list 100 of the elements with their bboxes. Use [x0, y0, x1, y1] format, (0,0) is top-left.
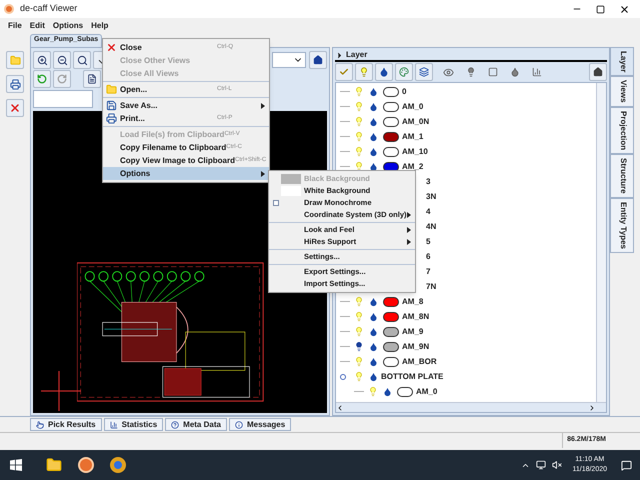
mute-icon[interactable]: [552, 460, 562, 470]
zoom-in-icon: [36, 54, 48, 66]
layer-name: AM_1: [402, 130, 424, 142]
bottom-tab[interactable]: Meta Data: [165, 418, 227, 431]
layer-name: AM_9: [402, 326, 424, 338]
forward-icon: [57, 74, 67, 84]
zoom-in-button[interactable]: [33, 51, 51, 69]
layer-name: AM_8: [402, 296, 424, 308]
zoom-icon: [76, 54, 88, 66]
bottom-tab[interactable]: Messages: [228, 418, 292, 431]
side-tab[interactable]: Structure: [610, 154, 634, 198]
folder-icon[interactable]: [46, 457, 62, 473]
panel-title: Layer: [346, 49, 368, 61]
close-icon: [9, 102, 21, 114]
window-title: de-caff Viewer: [20, 2, 78, 16]
checkbox[interactable]: [273, 200, 279, 206]
home-icon: [313, 55, 323, 65]
home-icon: [593, 67, 603, 77]
lightbulb-icon[interactable]: [466, 67, 476, 77]
layer-name: 6: [426, 250, 430, 262]
close-icon[interactable]: [619, 4, 630, 14]
vertical-scrollbar[interactable]: [596, 83, 606, 402]
expand-icon[interactable]: [335, 50, 344, 60]
layer-name: 3N: [426, 190, 436, 202]
square-icon[interactable]: [488, 67, 498, 77]
print-icon: [106, 113, 117, 124]
zoom-button[interactable]: [73, 51, 91, 69]
zoom-out-icon: [56, 54, 68, 66]
layer-name: AM_0: [402, 100, 424, 112]
layers-icon: [419, 67, 429, 77]
tree-toggle-icon[interactable]: [340, 374, 346, 380]
layers-button[interactable]: [415, 63, 433, 81]
menu-bar-item[interactable]: Edit: [30, 20, 45, 32]
info-icon: [234, 420, 243, 428]
menu-bar-item[interactable]: Options: [52, 20, 84, 32]
check-icon: [339, 67, 349, 77]
layer-name: AM_2: [402, 160, 424, 172]
menu-bar-item[interactable]: File: [8, 20, 22, 32]
scroll-left-icon[interactable]: [336, 404, 344, 412]
layer-name: AM_10: [402, 146, 428, 158]
droplet-button[interactable]: [375, 63, 393, 81]
palette-icon: [399, 67, 409, 77]
app-taskbar-icon[interactable]: [78, 457, 94, 473]
layer-name: 5: [426, 236, 430, 248]
bottom-tab[interactable]: Pick Results: [30, 418, 102, 431]
close-button[interactable]: [6, 99, 24, 117]
check-button[interactable]: [335, 63, 353, 81]
close-icon: [106, 42, 117, 53]
back-icon: [37, 74, 47, 84]
layer-name: AM_9N: [402, 340, 430, 352]
home-button[interactable]: [589, 63, 607, 81]
axis-marker: [41, 369, 81, 411]
layer-name: 0: [402, 86, 406, 98]
chart-icon: [110, 420, 118, 428]
menu-item[interactable]: Save As...: [103, 99, 269, 112]
input-field[interactable]: [33, 90, 93, 108]
layer-name: AM_8N: [402, 310, 430, 322]
side-tab[interactable]: Views: [610, 76, 634, 107]
eye-icon[interactable]: [443, 66, 454, 78]
home-button[interactable]: [309, 51, 327, 69]
submenu-arrow-icon: [261, 102, 265, 108]
submenu-arrow-icon: [407, 212, 411, 218]
maximize-icon[interactable]: [596, 4, 605, 14]
layer-name: 3: [426, 176, 430, 188]
open-icon: [10, 54, 20, 66]
group-name: BOTTOM PLATE: [381, 370, 444, 382]
page-button[interactable]: [83, 70, 101, 88]
lightbulb-icon[interactable]: [354, 341, 364, 352]
droplet-icon[interactable]: [510, 67, 520, 77]
help-icon: [171, 420, 180, 428]
layer-name: 4: [426, 206, 430, 218]
print-icon: [10, 78, 20, 90]
side-tab[interactable]: Layer: [610, 47, 634, 76]
scroll-right-icon[interactable]: [588, 404, 596, 412]
app-logo-icon: [4, 4, 14, 14]
network-icon[interactable]: [536, 460, 546, 470]
palette-button[interactable]: [395, 63, 413, 81]
chart-icon[interactable]: [532, 67, 542, 77]
folder-icon: [106, 84, 117, 95]
layer-name: 7: [426, 266, 430, 278]
browser-icon[interactable]: [110, 457, 126, 473]
layer-name: AM_0: [416, 386, 438, 398]
notifications-icon[interactable]: [621, 460, 632, 470]
layer-name: AM_0N: [402, 116, 430, 128]
lightbulb-icon: [359, 67, 369, 77]
page-icon: [87, 74, 97, 84]
bottom-tab[interactable]: Statistics: [104, 418, 164, 431]
zoom-out-button[interactable]: [53, 51, 71, 69]
menu-item[interactable]: Options: [103, 167, 269, 180]
submenu-arrow-icon: [261, 170, 265, 176]
windows-logo-icon[interactable]: [10, 459, 22, 471]
side-tab[interactable]: Entity Types: [610, 198, 634, 253]
layer-name: 7N: [426, 280, 436, 292]
horizontal-scrollbar[interactable]: [336, 402, 606, 412]
menu-bar-item[interactable]: Help: [91, 20, 108, 32]
save-icon: [106, 100, 117, 111]
print-button[interactable]: [6, 75, 24, 93]
side-tab[interactable]: Projection: [610, 106, 634, 154]
layer-name: 4N: [426, 220, 436, 232]
hand-pointer-icon: [36, 420, 44, 428]
